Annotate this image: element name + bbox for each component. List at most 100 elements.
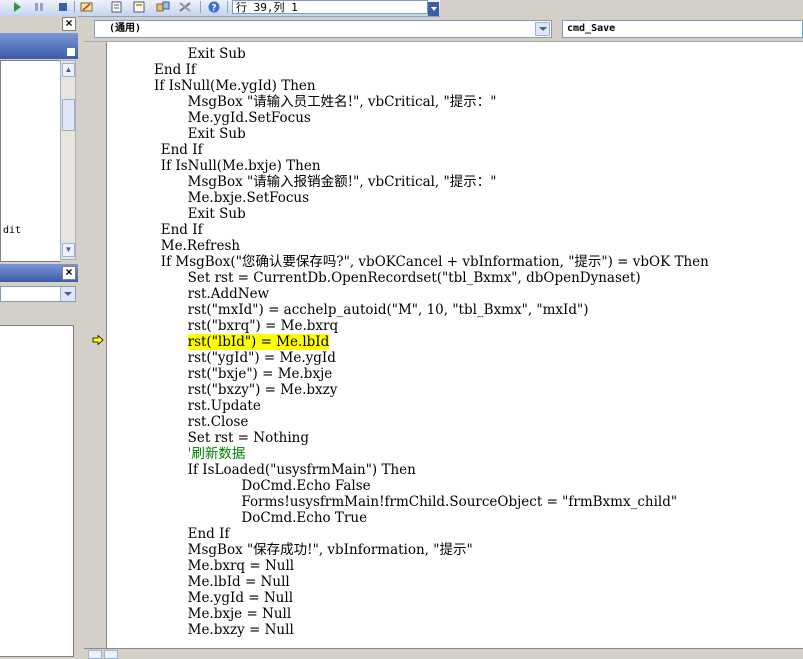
code-line-text: rst("ygId") = Me.ygId	[187, 350, 336, 366]
code-line[interactable]: rst("bxje") = Me.bxje	[188, 366, 333, 382]
code-line-text: rst("bxje") = Me.bxje	[187, 366, 333, 382]
code-line[interactable]: Me.ygId = Null	[188, 590, 293, 606]
code-line[interactable]: End If	[188, 526, 230, 542]
code-line[interactable]: Set rst = CurrentDb.OpenRecordset("tbl_B…	[188, 270, 641, 286]
code-line[interactable]: Me.ygId.SetFocus	[188, 110, 311, 126]
code-line[interactable]: MsgBox "请输入报销金额!", vbCritical, "提示："	[188, 174, 497, 190]
toolbox-icon[interactable]	[178, 1, 192, 13]
code-line[interactable]: DoCmd.Echo True	[241, 510, 367, 526]
code-line-text: Me.bxzy = Null	[187, 622, 294, 638]
code-line-text: Set rst = Nothing	[187, 430, 309, 446]
code-line-text: End If	[187, 526, 230, 542]
code-line[interactable]: rst.AddNew	[188, 286, 270, 302]
code-line-text: Set rst = CurrentDb.OpenRecordset("tbl_B…	[187, 270, 641, 286]
project-pane-menu-chevron-icon[interactable]	[67, 48, 75, 56]
code-line[interactable]: Me.lbId = Null	[188, 574, 290, 590]
code-line-text: rst("mxId") = acchelp_autoid("M", 10, "t…	[187, 302, 589, 318]
code-line[interactable]: DoCmd.Echo False	[241, 478, 370, 494]
code-line[interactable]: Me.Refresh	[161, 238, 240, 254]
code-line-text: DoCmd.Echo False	[241, 478, 371, 494]
full-module-view-icon[interactable]	[104, 650, 118, 659]
code-line[interactable]: End If	[161, 142, 203, 158]
code-line-text: Me.bxje.SetFocus	[187, 190, 310, 206]
code-line[interactable]: If IsNull(Me.bxje) Then	[161, 158, 321, 174]
code-line[interactable]: Me.bxje.SetFocus	[188, 190, 309, 206]
pause-icon[interactable]	[32, 1, 46, 13]
properties-grid[interactable]	[0, 325, 74, 657]
code-line[interactable]: Exit Sub	[188, 126, 246, 142]
code-line[interactable]: MsgBox "保存成功!", vbInformation, "提示"	[188, 542, 473, 558]
code-line[interactable]: '刷新数据	[188, 446, 246, 462]
code-line[interactable]: Exit Sub	[188, 46, 246, 62]
code-line[interactable]: Me.bxrq = Null	[188, 558, 295, 574]
object-browser-icon[interactable]	[156, 1, 170, 13]
properties-object-select[interactable]	[0, 286, 76, 302]
code-line-text: If IsNull(Me.ygId) Then	[154, 78, 316, 94]
object-select[interactable]: (通用)	[94, 20, 552, 38]
code-line-text: MsgBox "请输入员工姓名!", vbCritical, "提示："	[187, 94, 497, 110]
code-line[interactable]: rst("mxId") = acchelp_autoid("M", 10, "t…	[188, 302, 589, 318]
scroll-up-icon[interactable]: ▲	[62, 63, 75, 77]
project-tree-item[interactable]: dit	[3, 225, 21, 236]
code-line[interactable]: Me.bxje = Null	[188, 606, 292, 622]
code-line-text: Exit Sub	[187, 206, 246, 222]
toolbar-separator	[74, 1, 75, 13]
scroll-thumb[interactable]	[62, 99, 75, 131]
code-margin-indicator-bar[interactable]	[84, 42, 107, 657]
code-line[interactable]: End If	[154, 62, 196, 78]
svg-text:?: ?	[211, 4, 216, 14]
code-line[interactable]: Set rst = Nothing	[188, 430, 309, 446]
code-line-text: MsgBox "请输入报销金额!", vbCritical, "提示："	[187, 174, 497, 190]
code-line[interactable]: If IsNull(Me.ygId) Then	[154, 78, 316, 94]
chevron-down-icon[interactable]	[60, 287, 75, 301]
toolbar-separator	[227, 1, 228, 13]
code-line[interactable]: rst("bxzy") = Me.bxzy	[188, 382, 338, 398]
code-line[interactable]: MsgBox "请输入员工姓名!", vbCritical, "提示："	[188, 94, 497, 110]
code-line[interactable]: rst("bxrq") = Me.bxrq	[188, 318, 338, 334]
code-line-text: End If	[154, 62, 196, 78]
code-editor[interactable]: Exit Sub End If If IsNull(Me.ygId) Then Msg…	[107, 42, 803, 648]
run-icon[interactable]	[10, 1, 24, 13]
code-line-text: End If	[160, 222, 203, 238]
cursor-position-indicator: 行 39,列 1	[232, 0, 428, 14]
code-line-text: rst.Close	[187, 414, 249, 430]
design-mode-icon[interactable]	[80, 1, 94, 13]
code-line[interactable]: End If	[161, 222, 203, 238]
code-line[interactable]: If MsgBox("您确认要保存吗?", vbOKCancel + vbInf…	[161, 254, 709, 270]
project-tree-scrollbar[interactable]: ▲ ▼	[60, 60, 76, 260]
procedure-select[interactable]: cmd_Save	[562, 20, 803, 38]
code-line-text: rst.AddNew	[187, 286, 270, 302]
code-line-text: Me.bxje = Null	[187, 606, 292, 622]
scroll-down-icon[interactable]: ▼	[62, 243, 75, 257]
toolbar-options-chevron-icon[interactable]	[428, 2, 439, 16]
code-window-header: (通用) cmd_Save	[84, 17, 803, 42]
code-line-text: Exit Sub	[187, 46, 246, 62]
code-line-current[interactable]: rst("lbId") = Me.lbId	[187, 334, 330, 350]
project-explorer-icon[interactable]	[110, 1, 124, 13]
code-line[interactable]: rst.Close	[188, 414, 249, 430]
object-select-value: (通用)	[109, 23, 142, 34]
code-line-text: If IsLoaded("usysfrmMain") Then	[187, 462, 416, 478]
code-line[interactable]: If IsLoaded("usysfrmMain") Then	[188, 462, 416, 478]
standard-toolbar: ? 行 39,列 1	[0, 0, 440, 17]
code-line[interactable]: rst.Update	[188, 398, 261, 414]
code-line-text: Me.ygId = Null	[187, 590, 294, 606]
chevron-down-icon[interactable]	[535, 22, 550, 36]
project-tree[interactable]: dit	[0, 60, 61, 262]
code-line[interactable]: Forms!usysfrmMain!frmChild.SourceObject …	[241, 494, 677, 510]
code-line-text: End If	[160, 142, 203, 158]
code-line[interactable]: Me.bxzy = Null	[188, 622, 294, 638]
properties-window-icon[interactable]	[132, 1, 146, 13]
close-properties-pane-icon[interactable]: ×	[62, 266, 76, 280]
stop-icon[interactable]	[56, 1, 70, 13]
code-line-text: '刷新数据	[187, 446, 246, 462]
procedure-view-icon[interactable]	[88, 650, 102, 659]
close-project-pane-icon[interactable]: ×	[62, 17, 76, 31]
code-line[interactable]: Exit Sub	[188, 206, 246, 222]
project-pane-title-bar: ×	[0, 16, 78, 32]
code-line-text: Forms!usysfrmMain!frmChild.SourceObject …	[241, 494, 678, 510]
project-pane-toolbar	[0, 33, 78, 59]
code-line[interactable]: rst("ygId") = Me.ygId	[188, 350, 336, 366]
help-icon[interactable]: ?	[207, 1, 221, 13]
code-line-text: rst("bxrq") = Me.bxrq	[187, 318, 339, 334]
